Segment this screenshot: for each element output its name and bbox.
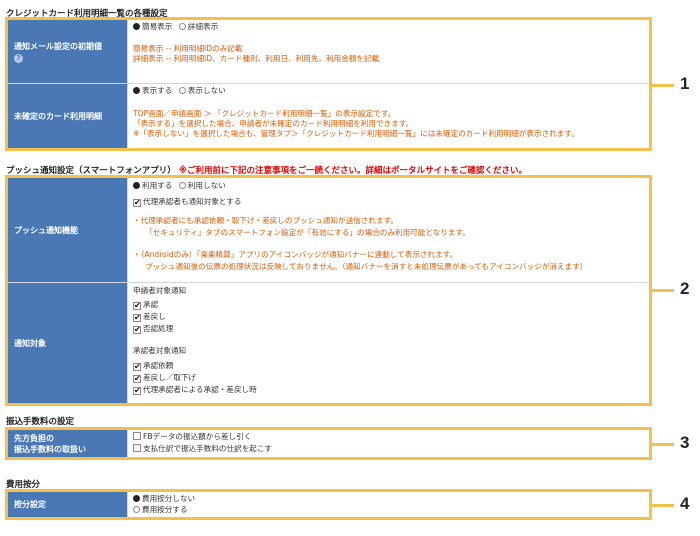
unconfirmed-desc-1: TOP画面／申請画面 ＞ 「クレジットカード利用明細一覧」の表示設定です。 [133,109,396,118]
radio-dot-icon [178,87,186,94]
unconfirmed-desc-2: 「表示する」を選択した場合、申請者が未確定のカード利用明細を利用できます。 [133,119,414,128]
radio-dot-icon [133,87,140,94]
checkbox-empty-icon [133,432,141,440]
card-settings-frame: 通知メール設定の初期値 ? 簡易表示 詳細表示 簡易表示 -- 利用明細IDのみ… [5,17,652,151]
notify-default-label-text: 通知メール設定の初期値 [14,41,102,51]
callout-2: 2 [680,279,690,298]
callout-3: 3 [680,433,690,452]
unconfirmed-desc-3: ※「表示しない」を選択した場合も、管理タブ＞「クレジットカード利用明細一覧」には… [133,129,579,138]
push-note-4: プッシュ通知後の伝票の処理状況は反映しておりません。（通知バナーを消すと未処理伝… [145,262,588,271]
checkbox-checked-icon: ✔ [133,325,141,334]
split-value: 費用按分しない 費用按分する [133,492,645,517]
unconfirmed-value: 表示する 表示しない TOP画面／申請画面 ＞ 「クレジットカード利用明細一覧」… [133,84,645,148]
split-row: 按分設定 費用按分しない 費用按分する [8,492,649,517]
callout-1: 1 [680,74,690,93]
split-settings-frame: 按分設定 費用按分しない 費用按分する [5,489,652,520]
checkbox-checked-icon: ✔ [133,301,141,310]
push-targets-row: 通知対象 申請者対象通知 ✔ 承認 ✔ 差戻し ✔ 否認処理 承認者対象通知 ✔ 承認依… [8,283,649,403]
approver-check-remand[interactable]: ✔ 差戻し／取下げ [133,373,196,383]
checkbox-checked-icon: ✔ [133,362,141,371]
push-note-3: ・（Androidのみ）「楽楽精算」アプリのアイコンバッジが通知バナーに連動して… [133,250,458,259]
approver-check-request[interactable]: ✔ 承認依頼 [133,361,173,371]
unconfirmed-label: 未確定のカード利用明細 [8,84,128,148]
split-label: 按分設定 [8,492,128,517]
push-targets-value: 申請者対象通知 ✔ 承認 ✔ 差戻し ✔ 否認処理 承認者対象通知 ✔ 承認依頼 ✔ 差戻… [133,283,645,403]
section-title-fee: 振込手数料の設定 [6,417,75,427]
fee-row: 先方負担の 振込手数料の取扱い FBデータの振込額から差し引く 支払仕訳で振込手数… [8,430,649,457]
help-icon[interactable]: ? [14,53,23,63]
callout-line-4 [652,504,674,507]
notify-default-value: 簡易表示 詳細表示 簡易表示 -- 利用明細IDのみ記載 詳細表示 -- 利用明… [133,20,645,83]
checkbox-empty-icon [133,444,141,452]
fee-check-journal[interactable]: 支払仕訳で振込手数料の仕訳を起こす [133,444,272,454]
approver-heading: 承認者対象通知 [133,346,187,355]
fee-value: FBデータの振込額から差し引く 支払仕訳で振込手数料の仕訳を起こす [133,430,645,457]
radio-split-on[interactable]: 費用按分する [133,505,188,515]
radio-push-off[interactable]: 利用しない [178,181,226,190]
radio-push-on[interactable]: 利用する [133,181,172,190]
applicant-check-remand[interactable]: ✔ 差戻し [133,312,166,322]
checkbox-checked-icon: ✔ [133,386,141,395]
checkbox-checked-icon: ✔ [133,313,141,322]
radio-dot-icon [133,495,140,502]
callout-4: 4 [680,494,690,513]
callout-line-2 [652,289,674,292]
applicant-heading: 申請者対象通知 [133,286,187,295]
notify-default-row: 通知メール設定の初期値 ? 簡易表示 詳細表示 簡易表示 -- 利用明細IDのみ… [8,20,649,84]
checkbox-checked-icon: ✔ [133,374,141,383]
push-feature-label: プッシュ通知機能 [8,178,128,282]
radio-split-off[interactable]: 費用按分しない [133,494,195,504]
radio-dot-icon [133,182,140,189]
unconfirmed-row: 未確定のカード利用明細 表示する 表示しない TOP画面／申請画面 ＞ 「クレジ… [8,84,649,148]
radio-dot-icon [178,23,186,30]
notify-default-label: 通知メール設定の初期値 ? [8,20,128,83]
checkbox-checked-icon: ✔ [133,198,141,207]
fee-settings-frame: 先方負担の 振込手数料の取扱い FBデータの振込額から差し引く 支払仕訳で振込手数… [5,427,652,460]
callout-line-1 [652,84,674,87]
push-settings-frame: プッシュ通知機能 利用する 利用しない ✔ 代理承認者も通知対象とする ・代理承認… [5,175,652,406]
proxy-checkbox[interactable]: ✔ 代理承認者も通知対象とする [133,197,242,207]
approver-check-proxy[interactable]: ✔ 代理承認者による承認・差戻し時 [133,385,257,395]
applicant-check-approve[interactable]: ✔ 承認 [133,300,158,310]
fee-check-fb[interactable]: FBデータの振込額から差し引く [133,432,251,442]
push-feature-value: 利用する 利用しない ✔ 代理承認者も通知対象とする ・代理承認者にも承認依頼・取… [133,178,645,282]
radio-hide[interactable]: 表示しない [178,86,226,95]
push-note-1: ・代理承認者にも承認依頼・取下げ・差戻しのプッシュ通知が送信されます。 [133,216,399,225]
fee-label: 先方負担の 振込手数料の取扱い [8,430,128,457]
radio-dot-icon [133,506,140,513]
push-note-2: 「セキュリティ」タブのスマートフォン設定が「有効にする」の場合のみ利用可能となり… [145,228,470,237]
radio-simple[interactable]: 簡易表示 [133,22,172,31]
applicant-check-deny[interactable]: ✔ 否認処理 [133,324,173,334]
radio-show[interactable]: 表示する [133,86,172,95]
notify-desc-simple: 簡易表示 -- 利用明細IDのみ記載 [133,44,243,53]
push-feature-row: プッシュ通知機能 利用する 利用しない ✔ 代理承認者も通知対象とする ・代理承認… [8,178,649,283]
radio-dot-icon [178,182,186,189]
push-targets-label: 通知対象 [8,283,128,403]
radio-detail[interactable]: 詳細表示 [178,22,218,31]
radio-dot-icon [133,23,140,30]
notify-desc-detail: 詳細表示 -- 利用明細ID、カード種別、利用日、利用先、利用金額を記載 [133,54,380,63]
callout-line-3 [652,443,674,446]
